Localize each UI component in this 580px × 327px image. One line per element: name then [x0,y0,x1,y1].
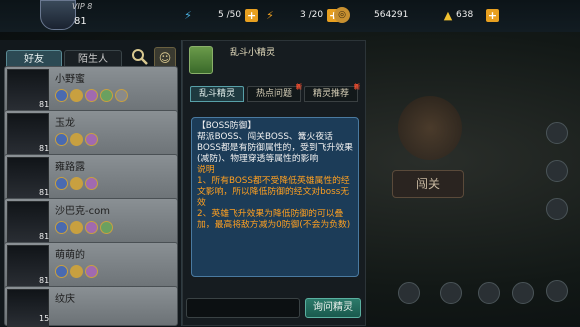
friend-level: 81 [39,188,50,197]
ingot-text: 638 [456,10,474,20]
tab-sprite-recommend[interactable]: 精灵推荐 [304,86,358,102]
hero-icon[interactable] [398,282,420,304]
player-avatar[interactable] [40,0,76,30]
ingot-icon: ▲ [443,8,453,22]
tab-hot-questions[interactable]: 热点问题 [247,86,301,102]
friend-badges [55,89,128,102]
badge-icon [100,221,113,234]
friend-level: 15 [39,314,50,323]
badge-icon [85,221,98,234]
ingot-resource: ▲ [440,7,456,23]
badge-icon [70,221,83,234]
stage-button[interactable]: 闯关 [392,170,464,198]
friend-level: 81 [39,144,50,153]
search-icon[interactable] [130,47,150,67]
new-badge: 新 [354,84,361,91]
friend-level: 81 [39,276,50,285]
badge-icon [85,177,98,190]
stamina-plus-button[interactable]: + [245,8,259,22]
player-level: 81 [74,16,87,27]
skill-resource: ⚡ [262,7,278,23]
message-heading: 【BOSS防御】 [197,121,257,131]
skill-icon[interactable] [440,282,462,304]
ask-sprite-button[interactable]: 询问精灵 [305,298,361,318]
message-note-label: 说明 [197,165,215,175]
friend-name: 萌萌的 [55,250,85,261]
friend-name: 纹庆 [55,294,75,305]
list-item[interactable]: 81 玉龙 [4,110,178,158]
ingot-value: 638 + [456,7,499,23]
stamina-resource: ⚡ [180,7,196,23]
badge-icon [85,133,98,146]
list-item[interactable]: 81 小野蜜 [4,66,178,114]
skill-text: 3 /20 [300,10,324,20]
gear-icon[interactable] [546,122,568,144]
bag-icon[interactable] [546,198,568,220]
gold-coin-icon: ◎ [334,7,350,23]
mail-icon[interactable] [546,160,568,182]
list-item[interactable]: 15 纹庆 [4,286,178,327]
sprite-title: 乱斗小精灵 [230,48,276,58]
skill-icon-top: ⚡ [266,8,274,22]
message-note-2: 2、英雄飞升效果为降低防御的可以叠加，最高将敌方减为0防御(不会为负数) [197,209,351,230]
badge-icon [115,89,128,102]
badge-icon [55,89,68,102]
shop-icon[interactable] [478,282,500,304]
new-badge: 新 [296,84,303,91]
friend-badges [55,265,98,278]
badge-icon [55,177,68,190]
list-item[interactable]: 81 雍路露 [4,154,178,202]
tab-sprite-brawl[interactable]: 乱斗精灵 [190,86,244,102]
sprite-message-bubble: 【BOSS防御】 帮派BOSS、闯关BOSS、篝火夜话BOSS都是有防御属性的，… [191,117,359,277]
friend-name: 小野蜜 [55,74,85,85]
gold-value: 564291 [374,7,408,23]
list-item[interactable]: 81 萌萌的 [4,242,178,290]
badge-icon [70,177,83,190]
sprite-portrait-icon [189,46,213,74]
ingot-plus-button[interactable]: + [486,8,499,22]
friend-badges [55,133,98,146]
badge-icon [85,265,98,278]
list-item[interactable]: 81 沙巴克-com [4,198,178,246]
badge-icon [85,89,98,102]
question-input[interactable] [186,298,300,318]
badge-icon [70,265,83,278]
badge-icon [70,133,83,146]
menu-icon[interactable] [546,280,568,302]
badge-icon [55,265,68,278]
stamina-icon: ⚡ [184,8,192,22]
friend-badges [55,177,98,190]
stamina-text: 5 /50 [218,10,242,20]
friend-level: 81 [39,100,50,109]
friend-name: 雍路露 [55,162,85,173]
stamina-value: 5 /50 + [218,7,259,23]
badge-icon [70,89,83,102]
vip-label: VIP 8 [72,2,93,11]
gold-resource: ◎ [334,7,350,23]
friend-level: 81 [39,232,50,241]
friend-badges [55,221,113,234]
badge-icon [55,133,68,146]
friend-name: 沙巴克-com [55,206,110,217]
badge-icon [100,89,113,102]
message-note-1: 1、所有BOSS都不受降低英雄属性的经文影响，所以降低防御的经文对boss无效 [197,176,350,208]
message-body: 帮派BOSS、闯关BOSS、篝火夜话BOSS都是有防御属性的，受到飞升效果(减防… [197,132,353,164]
gold-text: 564291 [374,10,409,20]
stage-emblem [398,96,462,160]
rank-icon[interactable] [512,282,534,304]
badge-icon [55,221,68,234]
friend-name: 玉龙 [55,118,75,129]
